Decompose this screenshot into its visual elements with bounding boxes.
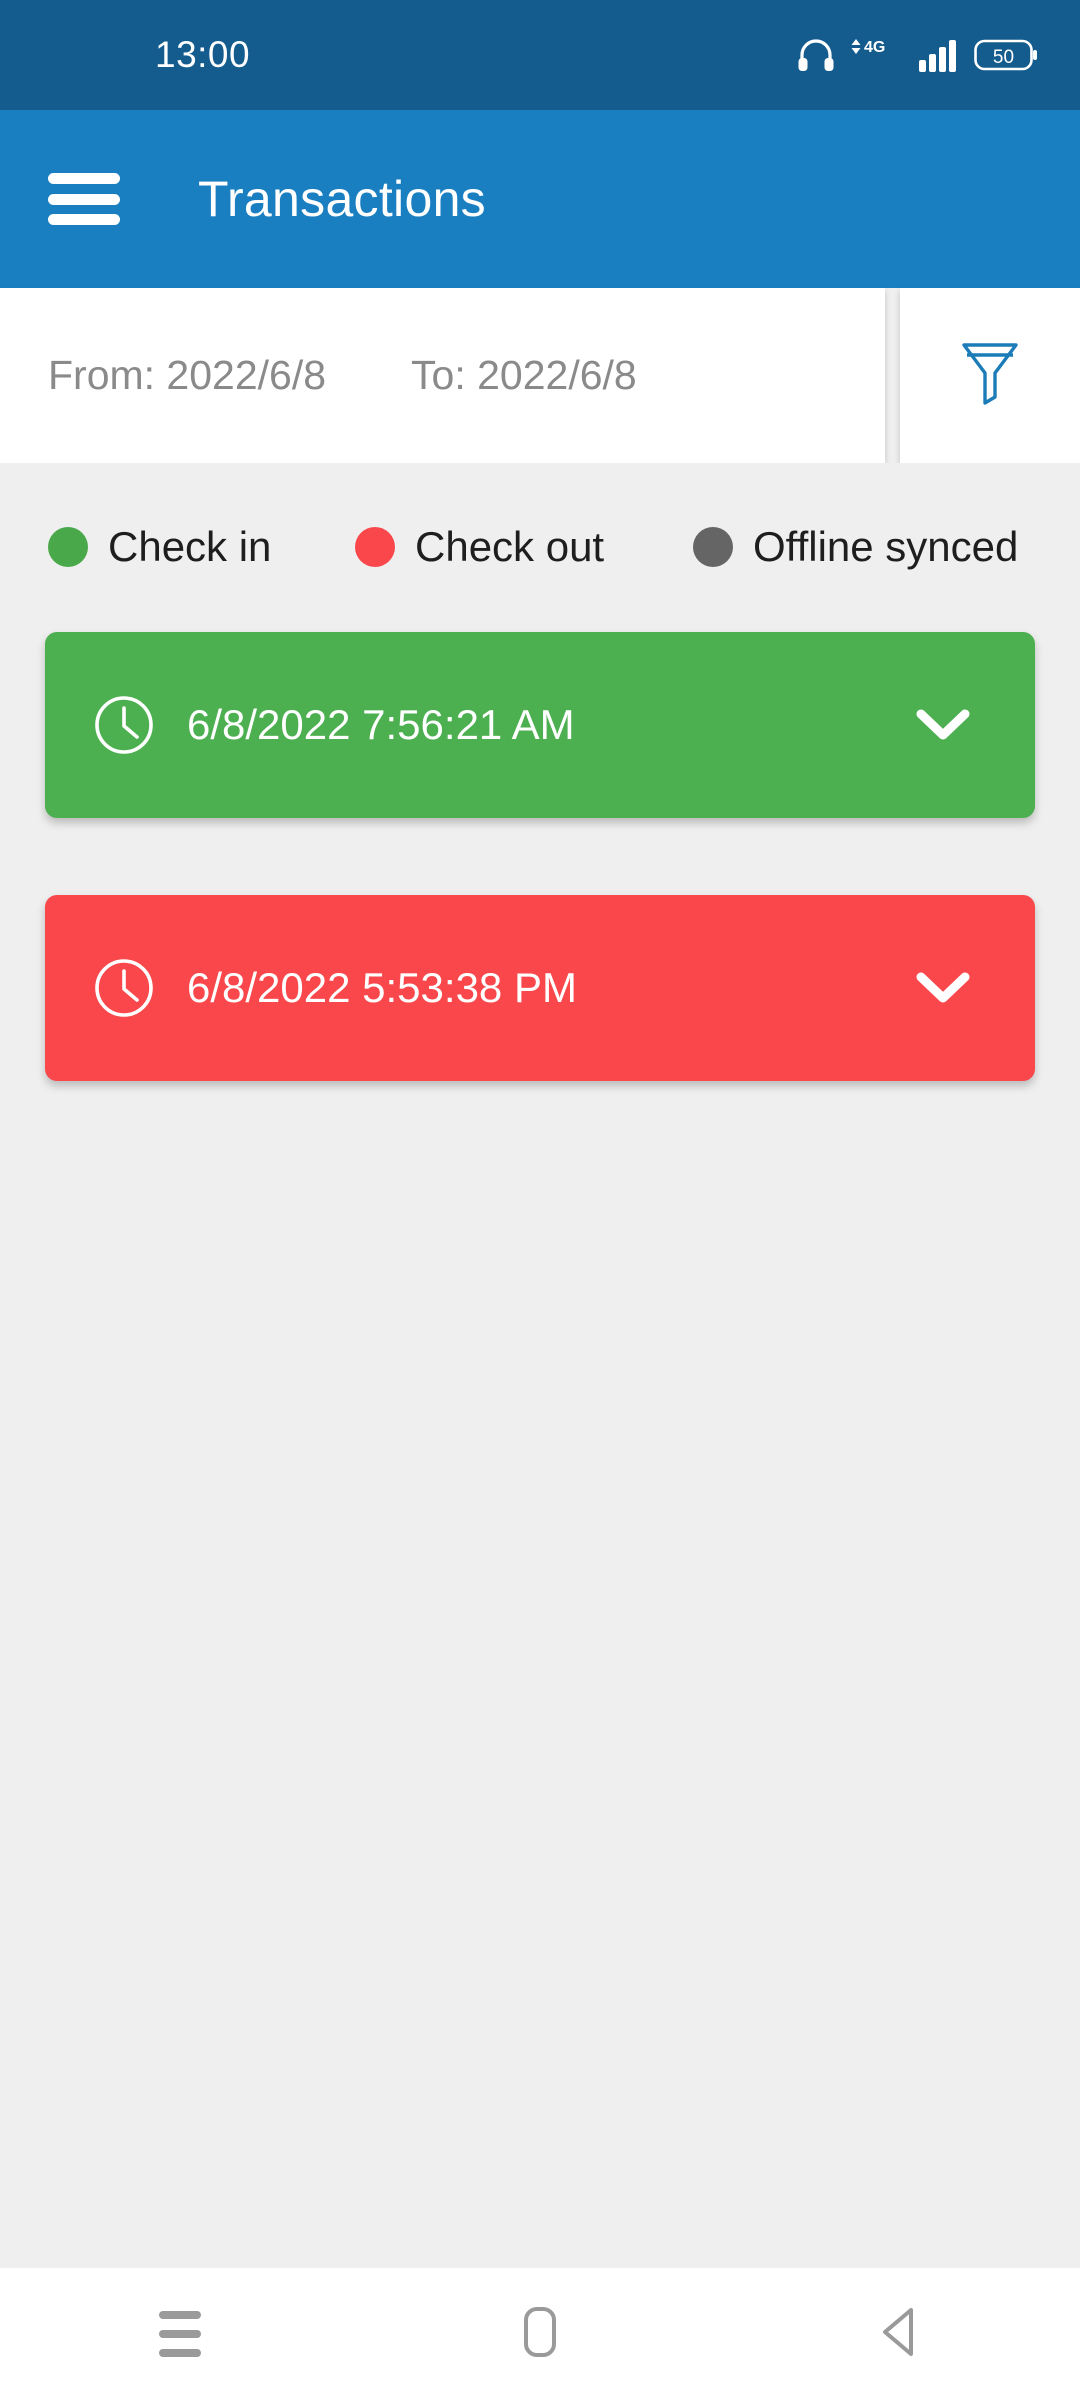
android-navigation-bar [0, 2268, 1080, 2400]
status-bar-icons: 4G 50 [796, 37, 1038, 73]
page-title: Transactions [198, 171, 486, 227]
chevron-down-icon[interactable] [916, 708, 970, 742]
funnel-filter-icon [959, 339, 1021, 412]
phone-screen: 13:00 4G 50 Transactions From: 2022/6/8 … [0, 0, 1080, 2400]
transaction-timestamp: 6/8/2022 7:56:21 AM [187, 701, 575, 748]
chevron-down-icon[interactable] [916, 971, 970, 1005]
clock-icon [93, 694, 155, 756]
data-transfer-4g-icon: 4G [850, 37, 904, 73]
legend-item-offline-synced: Offline synced [693, 523, 1018, 571]
filter-bar: From: 2022/6/8 To: 2022/6/8 [0, 288, 1080, 463]
date-to-label[interactable]: To: 2022/6/8 [411, 352, 637, 399]
recents-button[interactable] [120, 2274, 240, 2394]
recents-icon [159, 2311, 201, 2357]
legend-label: Check out [415, 523, 605, 570]
svg-text:4G: 4G [864, 39, 885, 56]
legend-dot-green [48, 527, 88, 567]
signal-bars-icon [918, 38, 960, 72]
legend-label: Check in [108, 523, 272, 570]
legend: Check in Check out Offline synced [0, 523, 1080, 583]
transaction-row-check-out[interactable]: 6/8/2022 5:53:38 PM [45, 895, 1035, 1081]
clock-icon [93, 957, 155, 1019]
legend-item-check-in: Check in [48, 523, 271, 571]
back-icon [875, 2305, 925, 2364]
legend-dot-red [355, 527, 395, 567]
transaction-list: 6/8/2022 7:56:21 AM 6/8/2022 5:53:38 PM [0, 632, 1080, 1158]
back-button[interactable] [840, 2274, 960, 2394]
legend-item-check-out: Check out [355, 523, 604, 571]
filter-button[interactable] [900, 288, 1080, 463]
hamburger-menu-icon[interactable] [48, 173, 120, 225]
transactions-content: Check in Check out Offline synced 6/8/20… [0, 463, 1080, 2268]
legend-label: Offline synced [753, 523, 1019, 570]
transaction-timestamp: 6/8/2022 5:53:38 PM [187, 964, 577, 1011]
battery-icon: 50 [974, 38, 1038, 72]
headphones-icon [796, 38, 836, 72]
home-icon [518, 2304, 562, 2365]
status-bar: 13:00 4G 50 [0, 0, 1080, 110]
status-bar-clock: 13:00 [155, 34, 251, 75]
transaction-row-check-in[interactable]: 6/8/2022 7:56:21 AM [45, 632, 1035, 818]
date-from-label[interactable]: From: 2022/6/8 [48, 352, 326, 399]
battery-level-text: 50 [993, 47, 1014, 68]
home-button[interactable] [480, 2274, 600, 2394]
app-bar: Transactions [0, 110, 1080, 288]
date-range-card[interactable]: From: 2022/6/8 To: 2022/6/8 [0, 288, 885, 463]
legend-dot-gray [693, 527, 733, 567]
